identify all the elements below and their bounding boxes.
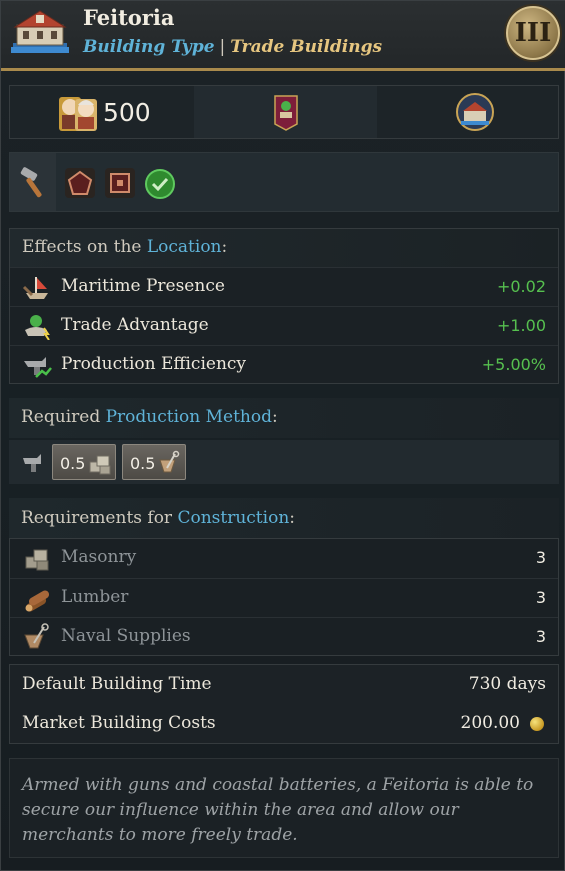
coastal-fort-icon [11,10,69,53]
ship-anchor-icon [22,277,48,299]
location-link[interactable]: Location [147,237,222,257]
requirement-row-naval-supplies[interactable]: Naval Supplies 3 [10,617,558,655]
effects-header: Effects on the Location: [10,229,558,267]
market-cost-value: 200.00 [460,713,520,733]
effect-value: +1.00 [496,316,546,335]
build-time-label: Default Building Time [22,674,212,694]
pm-input-amount: 0.5 [130,454,156,473]
location-emblem-icon [456,93,494,131]
pm-input-masonry[interactable]: 0.5 [52,444,116,480]
requirement-value: 3 [535,627,546,646]
production-method-link[interactable]: Production Method [106,407,272,427]
production-method-row: 0.5 0.5 [9,440,559,484]
building-type-link[interactable]: Building Type [83,37,215,57]
production-method-icon[interactable] [21,450,47,474]
req-title-suffix: : [289,508,295,528]
pm-title-prefix: Required [21,407,106,427]
building-tooltip: Feitoria Building Type | Trade Buildings I… [0,0,565,871]
requirement-row-masonry[interactable]: Masonry 3 [10,539,558,577]
requirement-row-lumber[interactable]: Lumber 3 [10,578,558,616]
check-circle-icon[interactable] [144,168,176,200]
effect-row-production-efficiency[interactable]: Production Efficiency +5.00% [10,345,558,383]
effect-value: +0.02 [496,277,546,296]
cost-row: 500 [9,85,559,139]
subtitle-separator: | [219,37,226,57]
hammer-icon[interactable] [18,167,52,199]
production-efficiency-icon [24,357,52,378]
trade-cost-cell[interactable] [194,86,377,138]
gold-coin-icon [530,717,544,731]
population-icon [59,97,97,131]
build-time-row: Default Building Time 730 days [10,665,558,704]
masonry-icon [25,549,49,571]
production-method-title: Required Production Method: [21,407,278,427]
building-description: Armed with guns and coastal batteries, a… [22,775,534,845]
market-cost-row: Market Building Costs 200.00 [10,704,558,743]
req-title-prefix: Requirements for [21,508,178,528]
effects-title-prefix: Effects on the [22,237,147,257]
effect-label: Maritime Presence [61,276,225,296]
trade-advantage-icon [25,315,50,340]
population-cost-value: 500 [103,98,151,127]
population-cost-cell[interactable]: 500 [10,86,194,138]
requirement-value: 3 [535,588,546,607]
naval-supplies-icon [24,623,49,649]
location-cost-cell[interactable] [377,86,558,138]
masonry-icon [89,455,111,475]
effects-title-suffix: : [221,237,228,257]
effects-title: Effects on the Location: [22,237,227,257]
building-tags [9,152,559,212]
effect-label: Trade Advantage [61,315,209,335]
lumber-icon [25,590,50,612]
effect-row-trade-advantage[interactable]: Trade Advantage +1.00 [10,306,558,344]
building-info: Default Building Time 730 days Market Bu… [9,664,559,744]
market-cost-label: Market Building Costs [22,713,216,733]
description-box: Armed with guns and coastal batteries, a… [9,758,559,858]
production-method-header: Required Production Method: [9,398,559,438]
building-subtitle: Building Type | Trade Buildings [83,37,382,57]
requirement-label: Lumber [61,587,129,607]
requirements-header: Requirements for Construction: [9,498,559,538]
square-icon[interactable] [104,167,136,199]
construction-link[interactable]: Construction [177,508,289,528]
building-category-link[interactable]: Trade Buildings [230,37,382,57]
build-time-value: 730 days [468,674,546,694]
trade-banner-icon [274,95,298,131]
tooltip-header: Feitoria Building Type | Trade Buildings I… [1,1,565,71]
pm-title-suffix: : [271,407,278,427]
requirement-label: Masonry [61,547,137,567]
pentagon-icon[interactable] [64,167,96,199]
requirement-label: Naval Supplies [61,626,191,646]
effect-value: +5.00% [481,355,546,374]
effect-row-maritime-presence[interactable]: Maritime Presence +0.02 [10,267,558,305]
naval-supplies-icon [159,450,180,473]
tier-badge: III [506,6,560,60]
page-title: Feitoria [83,5,175,30]
requirements-section: Masonry 3 Lumber 3 Naval Supplies 3 [9,538,559,656]
requirement-value: 3 [535,548,546,567]
effects-section: Effects on the Location: Maritime Presen… [9,228,559,384]
pm-input-amount: 0.5 [60,454,86,473]
requirements-title: Requirements for Construction: [21,508,295,528]
effect-label: Production Efficiency [61,354,247,374]
pm-input-naval-supplies[interactable]: 0.5 [122,444,186,480]
